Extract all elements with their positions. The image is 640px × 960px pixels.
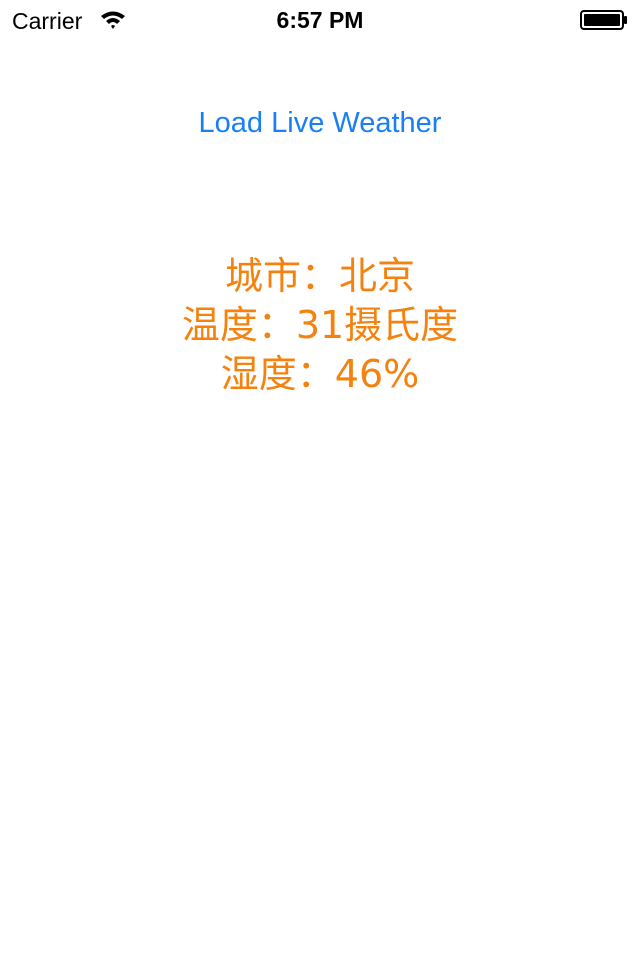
status-bar: Carrier 6:57 PM: [0, 0, 640, 40]
battery-full-icon: [580, 10, 628, 30]
humidity-label: 湿度：46%: [220, 352, 420, 396]
city-label: 城市：北京: [224, 254, 415, 298]
status-time: 6:57 PM: [276, 7, 364, 33]
temperature-label: 温度：31摄氏度: [181, 303, 459, 347]
load-live-weather-button[interactable]: Load Live Weather: [0, 104, 640, 142]
weather-info: 城市：北京 温度：31摄氏度 湿度：46%: [0, 252, 640, 399]
